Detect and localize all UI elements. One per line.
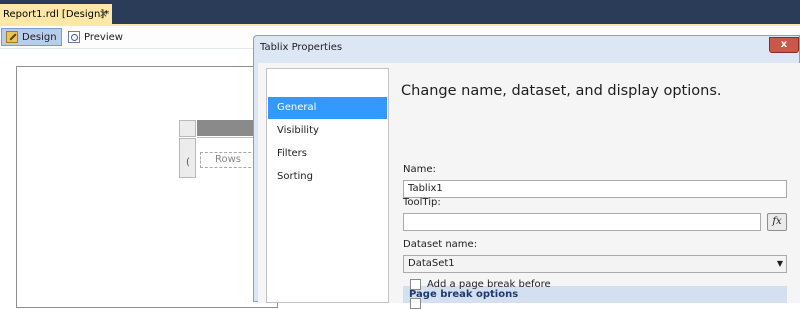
tablix-corner-handle[interactable] [179, 120, 196, 137]
tablix-properties-dialog: Tablix Properties x General Visibility F… [253, 35, 800, 303]
fx-icon: fx [772, 216, 782, 227]
row-group-bracket-icon: ( [186, 157, 190, 168]
add-page-break-before-label: Add a page break before [427, 279, 551, 290]
tablix-rows-placeholder: Rows [200, 152, 256, 168]
design-icon [6, 31, 18, 43]
preview-icon [68, 31, 80, 43]
document-tab-report1[interactable]: Report1.rdl [Design]* × [0, 4, 112, 24]
page-break-after-checkbox[interactable] [410, 298, 421, 309]
nav-item-general[interactable]: General [268, 97, 387, 119]
dataset-name-select[interactable]: DataSet1 ▼ [403, 255, 787, 273]
dialog-body: General Visibility Filters Sorting Chang… [258, 63, 800, 303]
tab-design[interactable]: Design [1, 28, 62, 46]
tab-design-label: Design [22, 31, 57, 43]
chevron-down-icon: ▼ [776, 259, 783, 268]
close-icon[interactable]: × [99, 7, 108, 20]
name-label: Name: [403, 164, 436, 175]
nav-item-sorting[interactable]: Sorting [268, 166, 387, 188]
tablix-row-handle[interactable]: ( [179, 138, 196, 178]
close-icon: x [780, 39, 788, 50]
report-design-surface[interactable] [16, 66, 278, 308]
add-page-break-before-checkbox[interactable] [410, 279, 421, 290]
page-heading: Change name, dataset, and display option… [401, 83, 722, 99]
dialog-close-button[interactable]: x [769, 37, 799, 53]
document-tab-label: Report1.rdl [Design]* [3, 8, 110, 20]
tooltip-label: ToolTip: [403, 197, 441, 208]
dialog-title: Tablix Properties [260, 42, 343, 53]
tooltip-expression-button[interactable]: fx [767, 213, 787, 231]
general-page: Change name, dataset, and display option… [401, 63, 800, 303]
tab-preview-label: Preview [84, 31, 123, 43]
nav-item-filters[interactable]: Filters [268, 143, 387, 165]
nav-item-visibility[interactable]: Visibility [268, 120, 387, 142]
document-tab-strip: Report1.rdl [Design]* × [0, 0, 800, 24]
dataset-name-label: Dataset name: [403, 239, 478, 250]
dialog-nav-pane: General Visibility Filters Sorting [266, 68, 389, 303]
tablix-column-handle[interactable] [197, 120, 257, 136]
dataset-selected-value: DataSet1 [408, 258, 455, 269]
tablix-detail-cell[interactable]: Rows [197, 137, 257, 178]
name-field[interactable]: Tablix1 [403, 180, 787, 198]
tab-preview[interactable]: Preview [64, 28, 126, 46]
tooltip-field[interactable] [403, 213, 761, 231]
